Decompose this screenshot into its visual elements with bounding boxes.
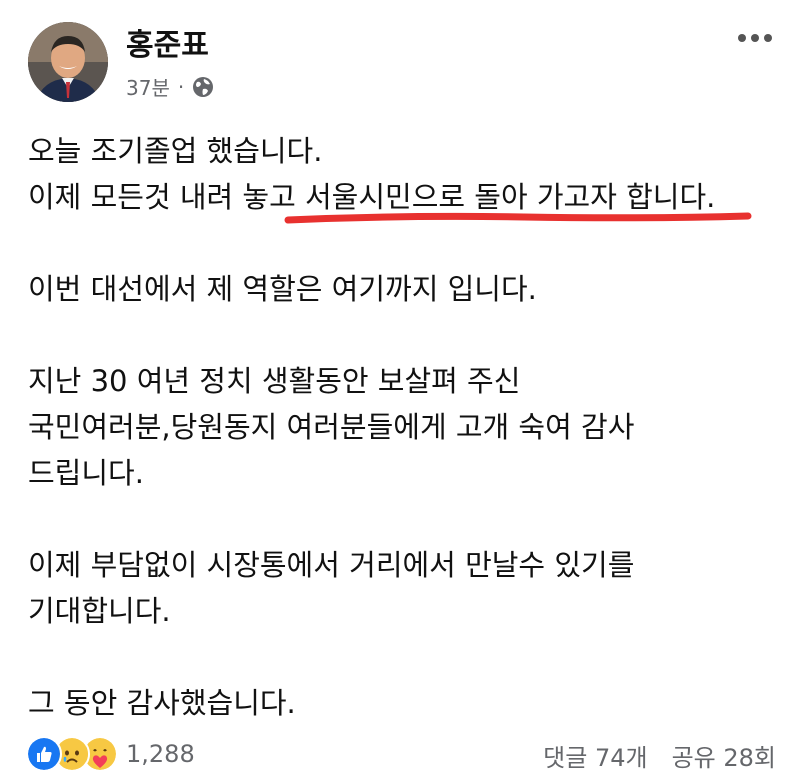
reaction-count: 1,288 [126,740,195,768]
globe-icon [192,76,214,98]
post-line: 오늘 조기졸업 했습니다. [28,134,323,168]
engagement-stats: 댓글 74개 공유 28회 [543,738,776,773]
post-line: 지난 30 여년 정치 생활동안 보살펴 주신 [28,364,521,398]
post-line: 드립니다. [28,456,144,490]
comment-count-link[interactable]: 댓글 74개 [543,738,647,773]
like-icon [26,736,62,772]
avatar[interactable] [28,22,108,102]
post-line: 기대합니다. [28,594,171,628]
post-line: 이제 부담없이 시장통에서 거리에서 만날수 있기를 [28,548,635,582]
more-dot-icon [751,34,759,42]
post-line: 국민여러분,당원동지 여러분들에게 고개 숙여 감사 [28,410,635,444]
more-dot-icon [764,34,772,42]
post-line: 이번 대선에서 제 역할은 여기까지 입니다. [28,272,537,306]
more-options-button[interactable] [732,28,778,48]
more-dot-icon [738,34,746,42]
profile-photo-icon [28,22,108,102]
post-line: 그 동안 감사했습니다. [28,686,296,720]
meta-separator: · [177,74,185,99]
red-underline-annotation [284,212,752,224]
share-count-link[interactable]: 공유 28회 [672,738,776,773]
facebook-post: 홍준표 37분 · 오늘 조기졸업 했습니다. 이제 모든것 내려 놓고 서울시… [0,0,800,781]
post-meta: 37분 · [126,72,214,101]
author-name[interactable]: 홍준표 [126,20,209,64]
post-timestamp[interactable]: 37분 [126,72,170,101]
reaction-summary[interactable]: 1,288 [26,736,195,772]
